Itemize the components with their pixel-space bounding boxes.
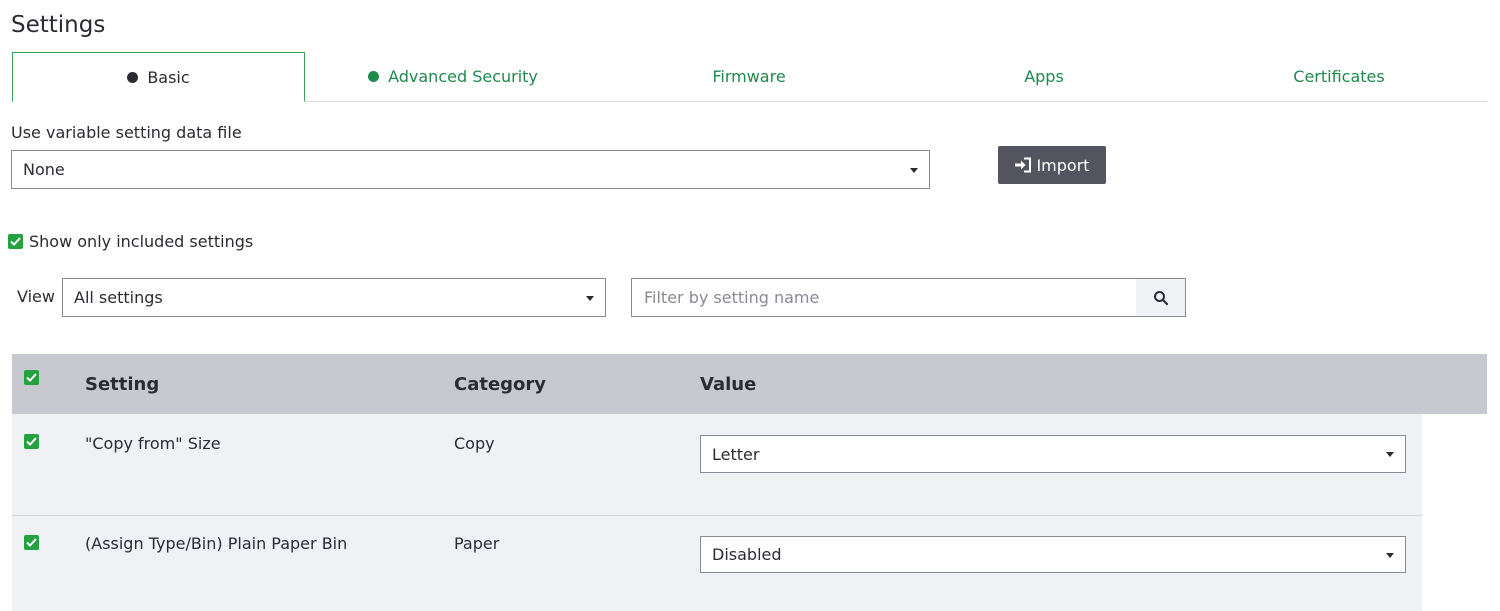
tab-advanced-security-label: Advanced Security xyxy=(388,67,538,86)
filter-placeholder: Filter by setting name xyxy=(644,288,820,307)
view-select[interactable]: All settings xyxy=(62,278,606,317)
show-only-included-checkbox[interactable] xyxy=(8,234,23,249)
import-button-label: Import xyxy=(1036,155,1090,175)
tab-firmware-label: Firmware xyxy=(712,67,786,86)
filter-input[interactable]: Filter by setting name xyxy=(631,278,1137,317)
view-label: View xyxy=(17,287,55,306)
table-header: Setting Category Value xyxy=(12,354,1487,414)
page-title: Settings xyxy=(11,12,106,38)
variable-file-selected: None xyxy=(23,160,65,179)
import-icon xyxy=(1015,157,1032,173)
tab-apps[interactable]: Apps xyxy=(897,52,1191,101)
column-header-category[interactable]: Category xyxy=(454,354,546,414)
check-icon xyxy=(26,373,37,382)
chevron-down-icon xyxy=(1386,452,1394,457)
search-button[interactable] xyxy=(1136,278,1186,317)
variable-file-label: Use variable setting data file xyxy=(11,123,242,142)
tab-advanced-security[interactable]: Advanced Security xyxy=(305,52,601,101)
row-divider xyxy=(12,515,1422,516)
tab-advanced-security-dot-icon xyxy=(368,71,380,82)
row-category: Copy xyxy=(454,434,495,453)
column-header-value[interactable]: Value xyxy=(700,354,756,414)
row-setting-name: (Assign Type/Bin) Plain Paper Bin xyxy=(85,534,348,553)
row-category: Paper xyxy=(454,534,500,553)
table-right-gutter xyxy=(1422,414,1487,611)
tab-bar: Basic Advanced Security Firmware Apps Ce… xyxy=(12,52,1487,102)
table-body: "Copy from" Size Copy Letter (Assign Typ… xyxy=(12,414,1487,611)
select-all-checkbox[interactable] xyxy=(24,370,39,385)
tab-firmware[interactable]: Firmware xyxy=(601,52,897,101)
search-icon xyxy=(1153,290,1168,305)
chevron-down-icon xyxy=(910,168,918,173)
tab-basic-label: Basic xyxy=(147,67,190,87)
chevron-down-icon xyxy=(1386,553,1394,558)
variable-file-select[interactable]: None xyxy=(11,150,930,189)
tab-basic[interactable]: Basic xyxy=(12,52,305,102)
row-value-select[interactable]: Letter xyxy=(700,435,1406,473)
tab-apps-label: Apps xyxy=(1024,67,1064,86)
tab-basic-dot-icon xyxy=(127,71,139,83)
check-icon xyxy=(26,437,37,446)
row-checkbox[interactable] xyxy=(24,535,39,550)
check-icon xyxy=(26,538,37,547)
show-only-included-label: Show only included settings xyxy=(29,232,254,251)
check-icon xyxy=(10,237,21,246)
row-setting-name: "Copy from" Size xyxy=(85,434,221,453)
row-value-select[interactable]: Disabled xyxy=(700,536,1406,573)
tab-certificates-label: Certificates xyxy=(1293,67,1385,86)
row-value-selected: Letter xyxy=(712,444,760,464)
chevron-down-icon xyxy=(586,296,594,301)
row-value-selected: Disabled xyxy=(712,545,782,564)
row-checkbox[interactable] xyxy=(24,434,39,449)
column-header-setting[interactable]: Setting xyxy=(85,354,159,414)
tab-certificates[interactable]: Certificates xyxy=(1191,52,1487,101)
import-button[interactable]: Import xyxy=(998,146,1106,184)
view-selected: All settings xyxy=(74,288,163,307)
